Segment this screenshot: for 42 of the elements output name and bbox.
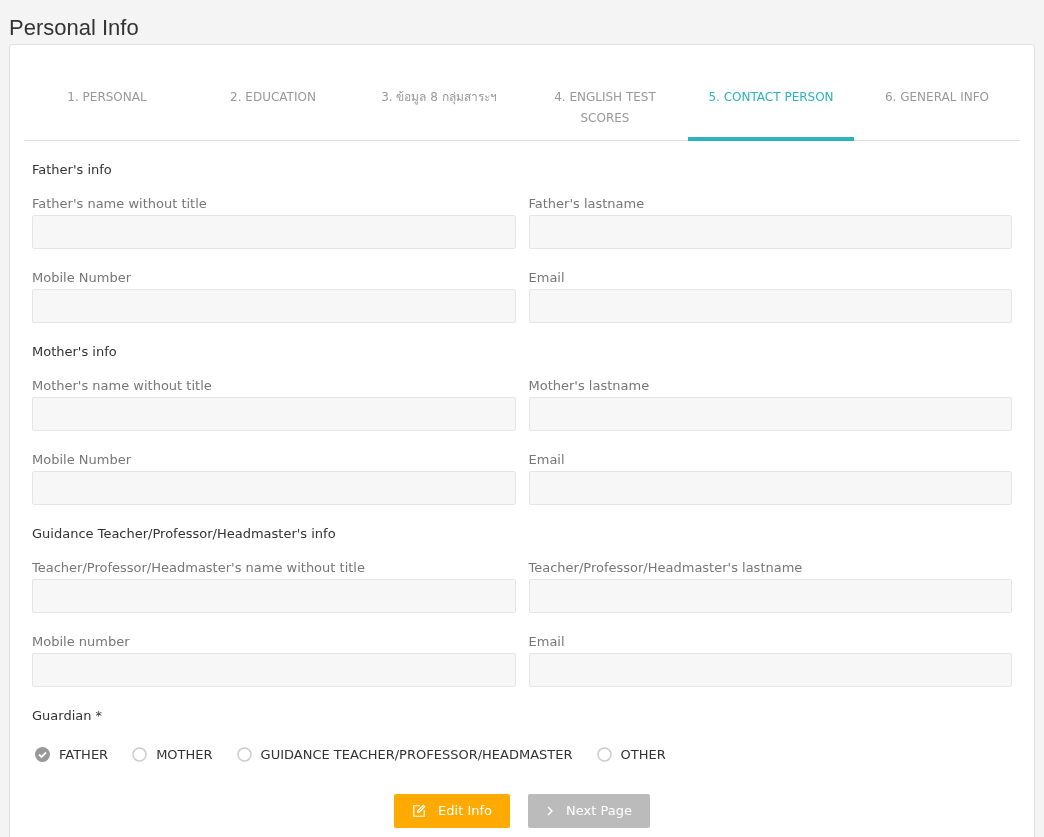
radio-option[interactable]: GUIDANCE TEACHER/PROFESSOR/HEADMASTER — [236, 745, 573, 765]
field-label: Father's name without title — [32, 195, 208, 213]
step-tab[interactable]: 6. GENERAL INFO — [854, 75, 1020, 141]
input-field[interactable] — [528, 653, 1012, 687]
input-field[interactable] — [32, 215, 516, 249]
guardian-label: Guardian * — [32, 707, 104, 725]
edit-info-button[interactable]: Edit Info — [394, 793, 510, 828]
input-field[interactable] — [528, 289, 1012, 323]
step-tab[interactable]: 3. ข้อมูล 8 กลุ่มสาระฯ — [356, 75, 522, 141]
step-tab[interactable]: 4. ENGLISH TEST SCORES — [522, 75, 688, 141]
step-tab[interactable]: 5. CONTACT PERSON — [688, 75, 854, 141]
field-label: Teacher/Professor/Headmaster's name without title — [32, 559, 366, 577]
input-field[interactable] — [528, 215, 1012, 249]
edit-icon — [412, 803, 427, 818]
field-label: Mobile Number — [32, 269, 132, 287]
radio-option[interactable]: OTHER — [596, 745, 666, 765]
input-field[interactable] — [528, 579, 1012, 613]
input-field[interactable] — [32, 397, 516, 431]
page-title: Personal Info — [8, 14, 140, 42]
field-label: Mother's name without title — [32, 377, 213, 395]
field-label: Teacher/Professor/Headmaster's lastname — [528, 559, 804, 577]
input-field[interactable] — [528, 397, 1012, 431]
field-label: Email — [528, 269, 566, 287]
radio-option[interactable]: MOTHER — [132, 745, 213, 765]
input-field[interactable] — [32, 289, 516, 323]
input-field[interactable] — [32, 653, 516, 687]
section-heading: Guidance Teacher/Professor/Headmaster's info — [32, 525, 337, 543]
field-label: Mobile Number — [32, 451, 132, 469]
chevron-right-icon — [546, 805, 554, 816]
step-tab[interactable]: 1. PERSONAL — [24, 75, 190, 141]
section-heading: Father's info — [32, 161, 113, 179]
input-field[interactable] — [32, 471, 516, 505]
field-label: Email — [528, 451, 566, 469]
input-field[interactable] — [528, 471, 1012, 505]
step-tab[interactable]: 2. EDUCATION — [190, 75, 356, 141]
field-label: Father's lastname — [528, 195, 646, 213]
radio-option[interactable]: FATHER — [35, 745, 109, 765]
field-label: Mother's lastname — [528, 377, 651, 395]
section-heading: Mother's info — [32, 343, 118, 361]
input-field[interactable] — [32, 579, 516, 613]
field-label: Mobile number — [32, 633, 131, 651]
field-label: Email — [528, 633, 566, 651]
